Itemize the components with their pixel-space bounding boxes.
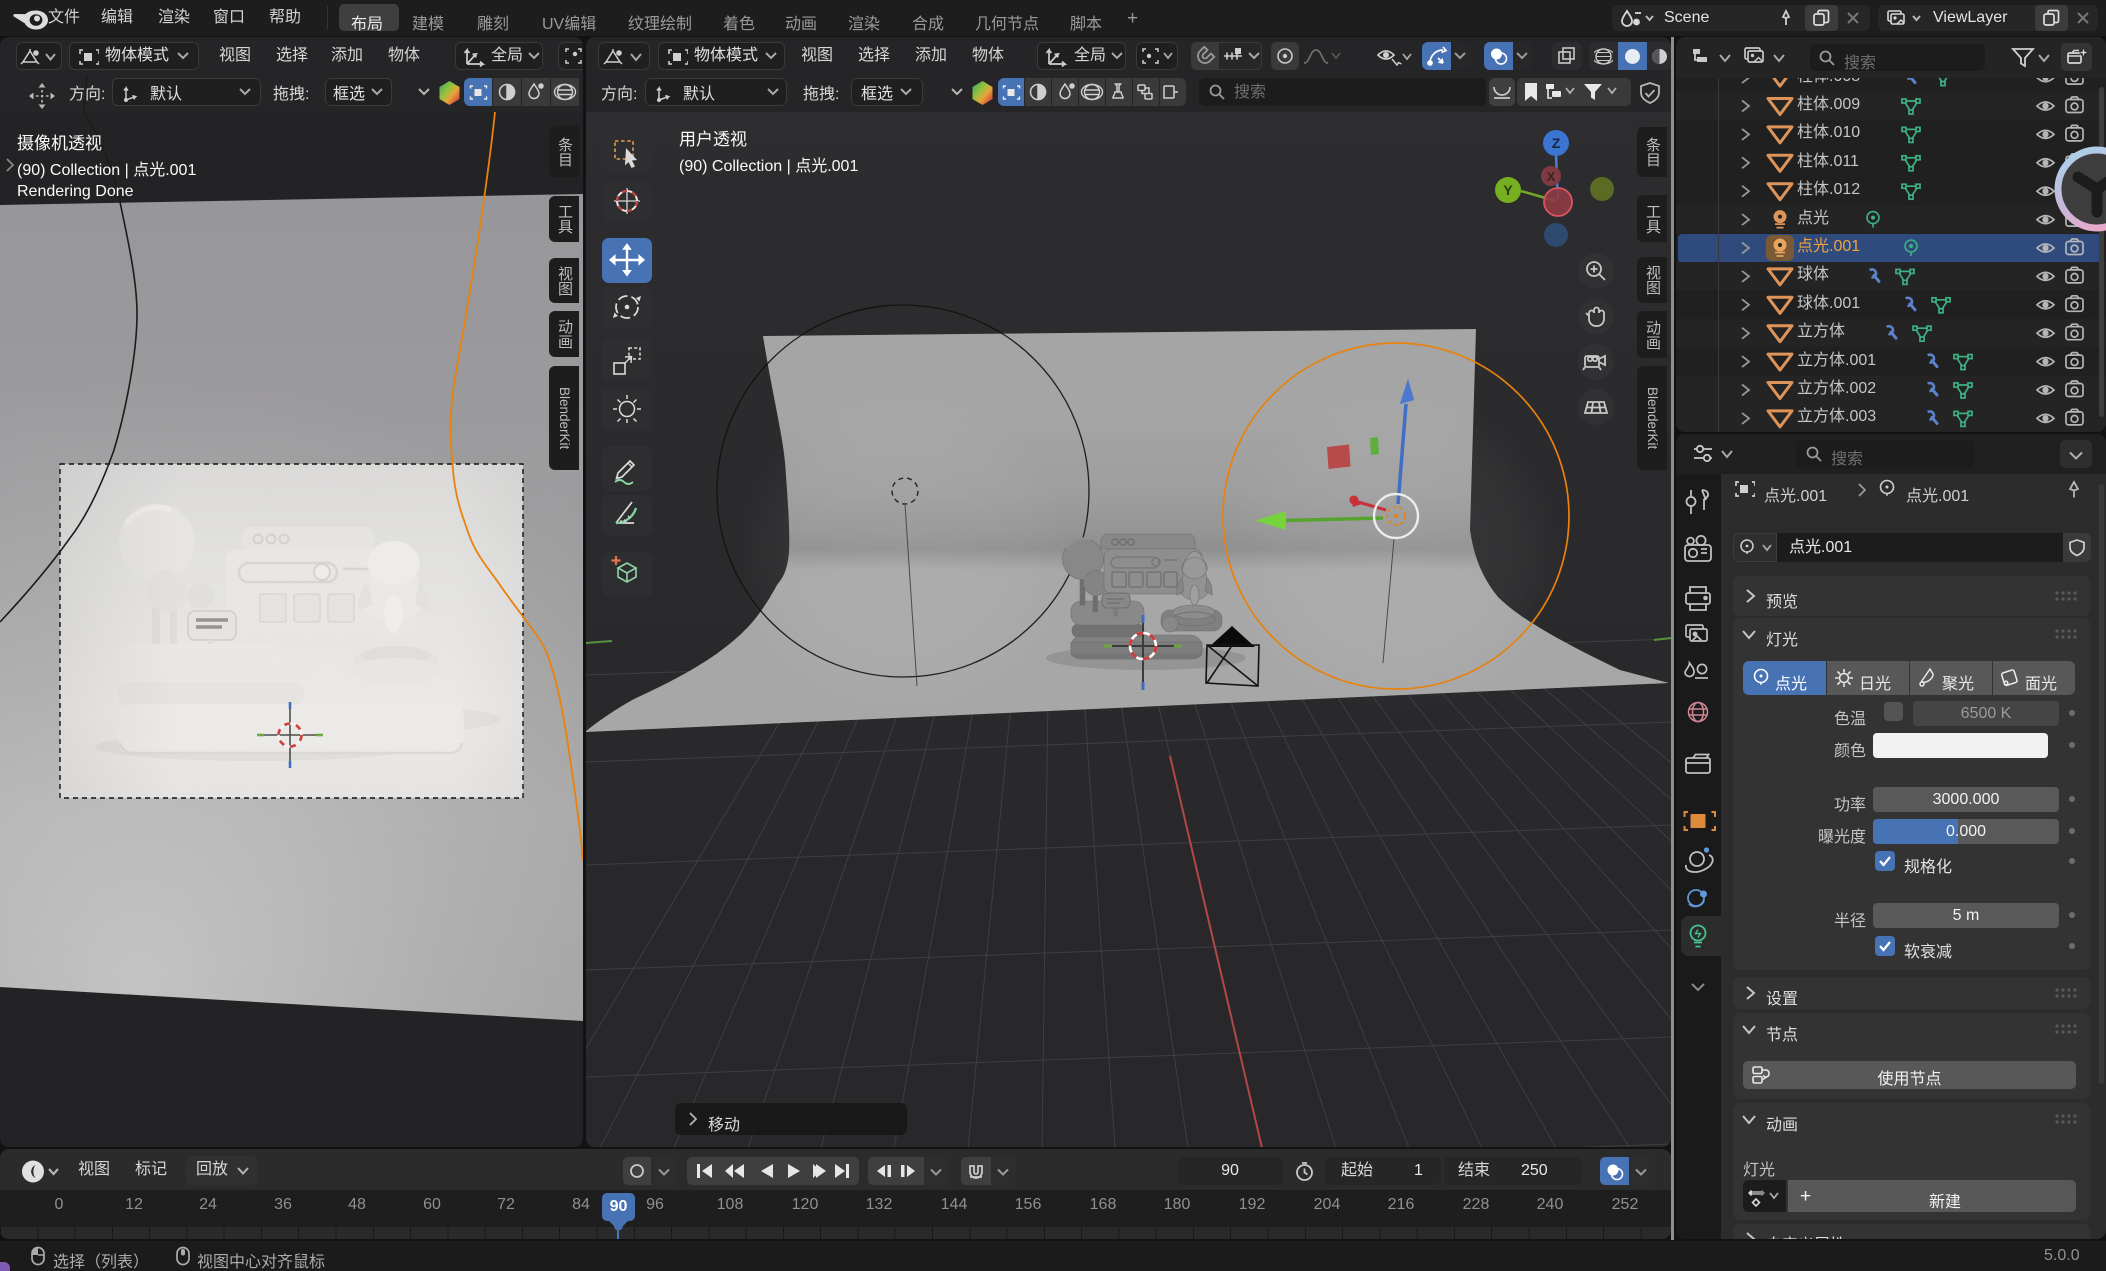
svg-text:Y: Y — [1503, 182, 1513, 198]
svg-text:X: X — [1547, 169, 1556, 184]
svg-text:Z: Z — [1552, 135, 1561, 151]
